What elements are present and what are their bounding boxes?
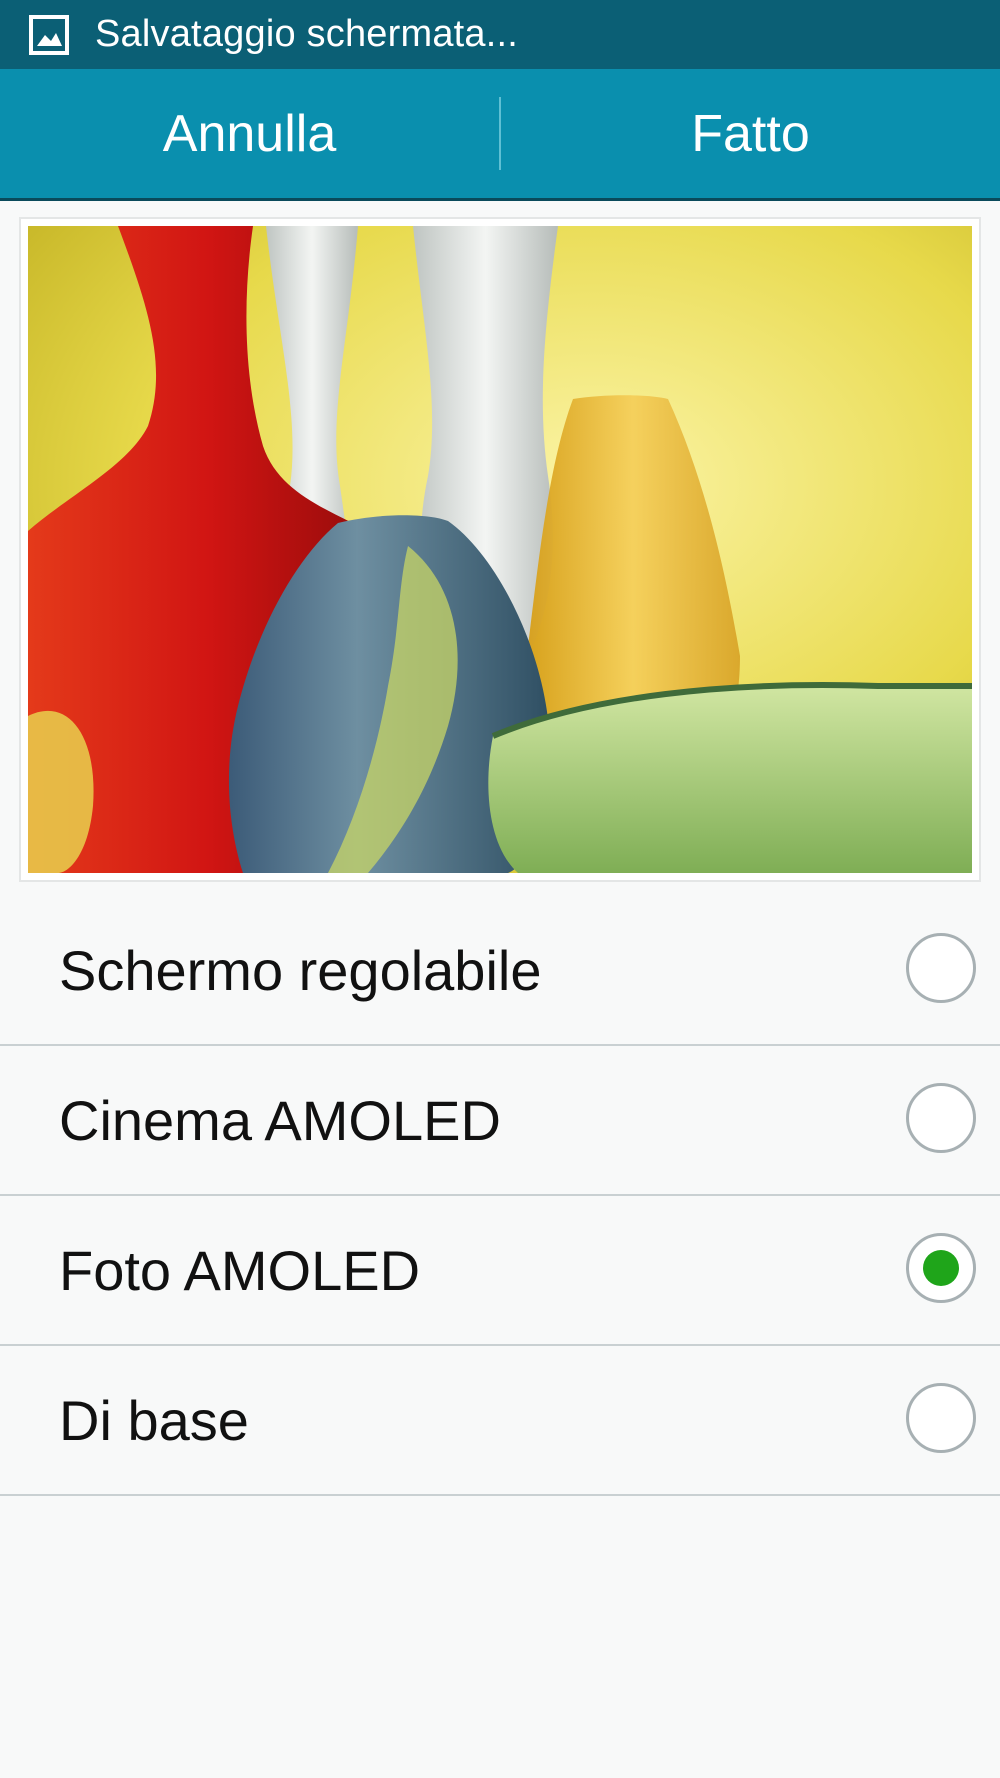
radio-button[interactable] <box>906 1383 976 1453</box>
glass-vases-preview-image <box>28 226 972 873</box>
status-notification-text: Salvataggio schermata... <box>95 13 519 55</box>
option-di-base[interactable]: Di base <box>0 1346 1000 1496</box>
option-schermo-regolabile[interactable]: Schermo regolabile <box>0 896 1000 1046</box>
preview-frame <box>19 217 981 882</box>
option-cinema-amoled[interactable]: Cinema AMOLED <box>0 1046 1000 1196</box>
radio-button[interactable] <box>906 933 976 1003</box>
action-bar: Annulla Fatto <box>0 69 1000 201</box>
option-label: Di base <box>59 1388 249 1452</box>
option-label: Cinema AMOLED <box>59 1088 501 1152</box>
option-label: Foto AMOLED <box>59 1238 421 1302</box>
image-icon <box>29 14 69 55</box>
cancel-button[interactable]: Annulla <box>0 69 499 198</box>
option-foto-amoled[interactable]: Foto AMOLED <box>0 1196 1000 1346</box>
radio-button-selected[interactable] <box>906 1233 976 1303</box>
status-bar: Salvataggio schermata... <box>0 0 1000 69</box>
done-button[interactable]: Fatto <box>501 69 1000 198</box>
radio-button[interactable] <box>906 1083 976 1153</box>
option-label: Schermo regolabile <box>59 938 542 1002</box>
screen-mode-list: Schermo regolabile Cinema AMOLED Foto AM… <box>0 896 1000 1496</box>
